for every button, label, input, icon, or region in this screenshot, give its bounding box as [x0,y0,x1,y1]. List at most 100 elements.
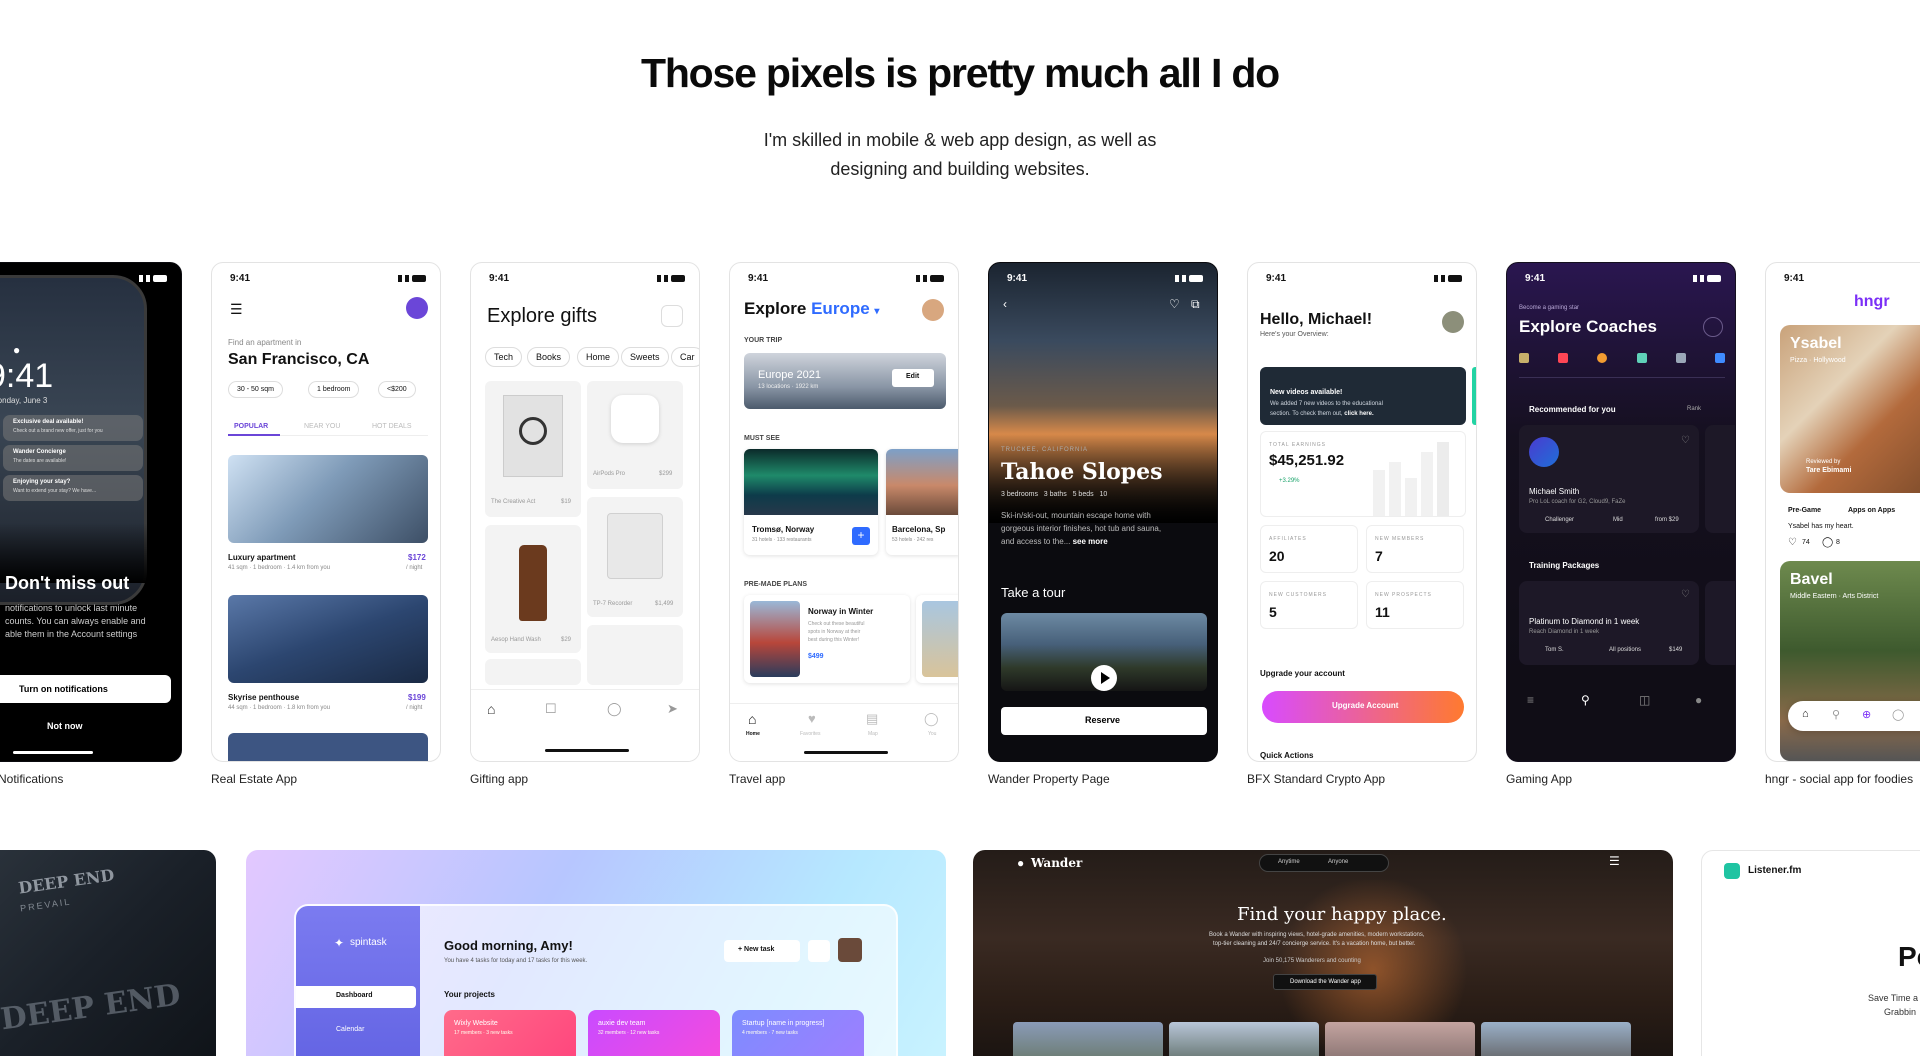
tab-hot-deals[interactable]: HOT DEALS [372,423,412,430]
profile-tab-icon[interactable]: ◯ [924,711,939,727]
avatar[interactable] [922,299,944,321]
tab-near-you[interactable]: NEAR YOU [304,423,340,430]
project-card-spintask[interactable]: ✦ spintask Dashboard Calendar Good morni… [246,850,946,1056]
listing-photo[interactable] [228,595,428,683]
chat-tab-icon[interactable]: ◫ [1639,693,1650,707]
not-now-button[interactable]: Not now [47,721,83,731]
project-card-listener[interactable]: Listener.fm Po Save Time a Grabbin [1701,850,1920,1056]
category-chip[interactable]: Car [671,347,699,367]
destination-card[interactable]: Barcelona, Sp 53 hotels · 242 res [886,449,958,555]
package-card[interactable]: ♡ Platinum to Diamond in 1 week Reach Di… [1519,581,1699,665]
search-icon[interactable] [808,940,830,962]
upgrade-account-button[interactable]: Upgrade Account [1262,691,1464,723]
see-more-link[interactable]: see more [1073,537,1108,546]
listing-thumbnail[interactable] [1169,1022,1319,1056]
menu-icon[interactable]: ☰ [230,301,243,318]
restaurant-card[interactable]: Ysabel Pizza · Hollywood Reviewed by Tar… [1780,325,1920,493]
stat-tile[interactable]: AFFILIATES 20 [1260,525,1358,573]
avatar[interactable] [838,938,862,962]
filter-icon[interactable] [661,305,683,327]
download-app-button[interactable]: Download the Wander app [1273,974,1377,990]
product-tile[interactable] [587,625,683,685]
plan-card[interactable] [916,595,958,683]
home-tab-icon[interactable]: ⌂ [487,701,495,717]
listing-thumbnail[interactable] [1325,1022,1475,1056]
project-card-hngr[interactable]: 9:41 hngr Ysabel Pizza · Hollywood Revie… [1765,262,1920,762]
coach-card[interactable] [1705,425,1735,533]
back-icon[interactable]: ‹ [1003,297,1007,311]
home-tab-icon[interactable]: ⌂ [1802,708,1809,720]
listing-photo[interactable] [228,733,428,761]
destination-card[interactable]: Tromsø, Norway 31 hotels · 133 restauran… [744,449,878,555]
rank-filter[interactable]: Rank [1687,406,1701,412]
heart-icon[interactable]: ♡ [1681,589,1690,600]
restaurant-card[interactable]: Bavel Middle Eastern · Arts District [1780,561,1920,761]
send-tab-icon[interactable]: ➤ [667,701,678,717]
project-card-deep-end[interactable]: DEEP END PREVAIL DEEP END [0,850,216,1056]
earnings-card[interactable]: TOTAL EARNINGS $45,251.92 +3.29% [1260,431,1466,517]
plan-card[interactable]: Norway in Winter Check out these beautif… [744,595,910,683]
tag-chip[interactable]: Apps on Apps [1840,503,1903,518]
project-card-gifting[interactable]: 9:41 Explore gifts Tech Books Home Sweet… [470,262,700,762]
filter-chip[interactable]: 1 bedroom [308,381,360,398]
category-chip[interactable]: Home [577,347,620,367]
filter-chip[interactable]: <$200 [378,381,416,398]
stat-tile[interactable]: NEW MEMBERS 7 [1366,525,1464,573]
category-chip[interactable]: Books [527,347,571,367]
new-task-button[interactable]: + New task [724,940,800,962]
product-tile[interactable] [485,659,581,685]
menu-icon[interactable]: ☰ [1609,854,1620,868]
stat-tile[interactable]: NEW CUSTOMERS 5 [1260,581,1358,629]
edit-trip-button[interactable]: Edit [892,369,934,387]
add-post-icon[interactable]: ⊕ [1862,708,1871,721]
profile-tab-icon[interactable]: ◯ [1892,708,1904,721]
search-tab-icon[interactable]: ⚲ [1581,693,1590,707]
travel-title-region[interactable]: Europe [811,299,870,318]
project-tile[interactable]: auxie dev team 32 members · 12 new tasks [588,1010,720,1056]
project-tile[interactable]: Startup [name in progress] 4 members · 7… [732,1010,864,1056]
sidebar-item-calendar[interactable]: Calendar [336,1026,364,1033]
listing-thumbnail[interactable] [1481,1022,1631,1056]
home-tab-icon[interactable]: ≡ [1527,693,1534,707]
listing-photo[interactable] [228,455,428,543]
project-card-wander[interactable]: 9:41 ‹ ♡ ⧉ TRUCKEE, CALIFORNIA Tahoe Slo… [988,262,1218,762]
project-card-gaming[interactable]: 9:41 Become a gaming star Explore Coache… [1506,262,1736,762]
category-chip[interactable]: Sweets [621,347,669,367]
product-tile[interactable]: The Creative Act $19 [485,381,581,517]
avatar[interactable] [1442,311,1464,333]
turn-on-notifications-button[interactable]: Turn on notifications [0,675,171,703]
heart-icon[interactable]: ♡ [1788,537,1797,548]
tour-video[interactable] [1001,613,1207,691]
search-pill[interactable]: Anytime Anyone [1259,854,1389,872]
heart-icon[interactable]: ♡ [1681,435,1690,446]
game-icon[interactable] [1636,353,1647,363]
saved-tab-icon[interactable]: ☐ [545,701,557,717]
product-tile[interactable]: AirPods Pro $299 [587,381,683,489]
game-icon[interactable] [1597,353,1608,363]
profile-tab-icon[interactable]: ◯ [607,701,622,717]
project-tile[interactable]: Wixly Website 17 members · 3 new tasks [444,1010,576,1056]
category-chip[interactable]: Tech [485,347,523,367]
project-card-wander-site[interactable]: ● Wander Anytime Anyone ☰ Find your happ… [973,850,1673,1056]
project-card-real-estate[interactable]: 9:41 ☰ Find an apartment in San Francisc… [211,262,441,762]
package-card[interactable] [1705,581,1735,665]
reserve-button[interactable]: Reserve [1001,707,1207,735]
announcement-banner[interactable]: New videos available! We added 7 new vid… [1260,367,1466,425]
filter-icon[interactable] [1703,317,1723,337]
search-tab-icon[interactable]: ⚲ [1832,708,1840,721]
trip-card[interactable]: Europe 2021 13 locations · 1922 km Edit [744,353,946,409]
comment-icon[interactable]: ◯ [1822,537,1833,548]
tab-popular[interactable]: POPULAR [234,423,268,430]
game-icon[interactable] [1519,353,1529,363]
filter-chip[interactable]: 30 - 50 sqm [228,381,283,398]
sidebar-item-dashboard[interactable]: Dashboard [296,986,416,1008]
heart-icon[interactable]: ♡ [1169,297,1180,311]
game-icon[interactable] [1675,353,1686,363]
game-icon[interactable] [1714,353,1725,363]
share-icon[interactable]: ⧉ [1191,297,1200,312]
coach-card[interactable]: ♡ Michael Smith Pro LoL coach for G2, Cl… [1519,425,1699,533]
listing-thumbnail[interactable] [1013,1022,1163,1056]
filter-avatar-icon[interactable] [406,297,428,319]
profile-tab-icon[interactable]: ● [1695,693,1702,707]
add-destination-button[interactable]: + [852,527,870,545]
